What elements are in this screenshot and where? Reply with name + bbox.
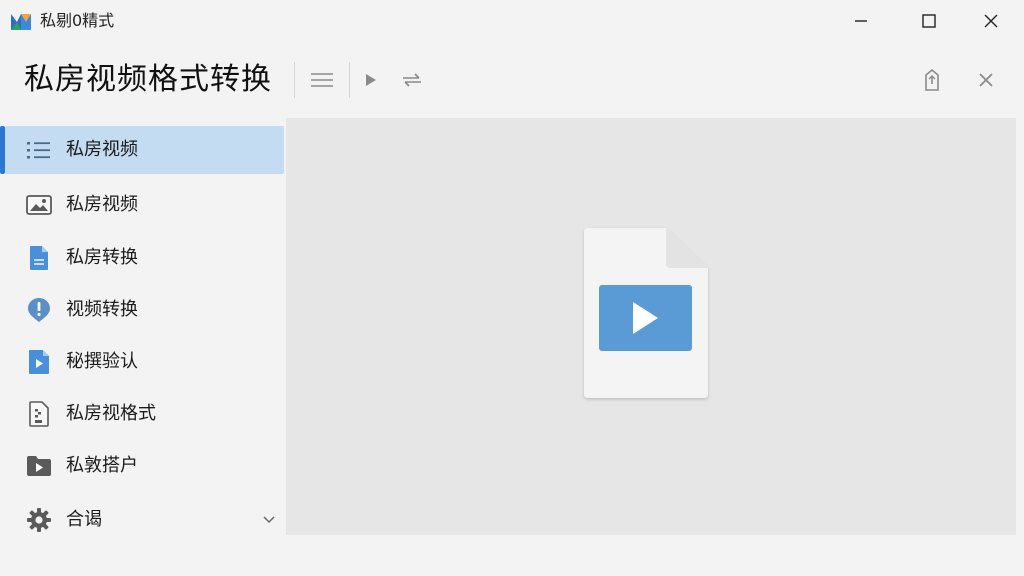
export-button[interactable] xyxy=(914,62,950,98)
video-folder-icon xyxy=(25,452,53,480)
close-panel-button[interactable] xyxy=(968,62,1004,98)
chevron-down-icon[interactable] xyxy=(261,512,277,528)
list-view-button[interactable] xyxy=(304,62,340,98)
video-file-icon xyxy=(25,348,53,376)
list-icon xyxy=(311,73,333,87)
window-title: 私剔0精式 xyxy=(40,11,115,30)
video-file-icon xyxy=(584,228,708,398)
archive-file-icon xyxy=(25,400,53,428)
window-close-button[interactable] xyxy=(968,0,1014,42)
sidebar-item-label: 秘撰验认 xyxy=(66,351,138,372)
sidebar-item-label: 私敦搭户 xyxy=(66,455,138,476)
minimize-button[interactable] xyxy=(838,0,884,42)
sidebar-item-account[interactable]: 私敦搭户 xyxy=(5,442,284,490)
content-area xyxy=(286,118,1016,535)
title-bar: 私剔0精式 xyxy=(0,0,1024,42)
sidebar-item-label: 合谒 xyxy=(66,509,102,530)
alert-icon xyxy=(25,296,53,324)
convert-arrows-icon xyxy=(403,73,421,87)
sidebar-item-label: 视频转换 xyxy=(66,299,138,320)
sidebar-item-settings[interactable]: 合谒 xyxy=(5,496,284,544)
sidebar: 私房视频 私房视频 私房转换 视频转换 秘撰验认 私房视格式 私敦搭户 合谒 xyxy=(0,126,285,546)
play-button[interactable] xyxy=(353,62,389,98)
toolbar-divider xyxy=(349,62,350,98)
sidebar-item-private-format[interactable]: 私房视格式 xyxy=(5,390,284,438)
maximize-button[interactable] xyxy=(906,0,952,42)
sidebar-item-private-video-2[interactable]: 私房视频 xyxy=(5,181,284,229)
sidebar-item-label: 私房视格式 xyxy=(66,403,156,424)
close-icon xyxy=(984,14,998,28)
sidebar-item-video-convert[interactable]: 视频转换 xyxy=(5,286,284,334)
sidebar-item-private-video[interactable]: 私房视频 xyxy=(0,126,284,174)
sidebar-item-private-convert[interactable]: 私房转换 xyxy=(5,234,284,282)
app-logo-icon xyxy=(11,14,31,30)
gear-icon xyxy=(25,506,53,534)
toolbar-divider xyxy=(294,62,295,98)
sidebar-item-verification[interactable]: 秘撰验认 xyxy=(5,338,284,386)
minimize-icon xyxy=(855,20,867,22)
image-icon xyxy=(25,191,53,219)
export-icon xyxy=(925,68,939,91)
page-title: 私房视频格式转换 xyxy=(24,62,272,97)
convert-button[interactable] xyxy=(394,62,430,98)
list-icon xyxy=(25,136,53,164)
play-icon xyxy=(366,74,376,86)
app-header: 私房视频格式转换 xyxy=(0,42,1024,118)
close-icon xyxy=(979,73,993,87)
active-indicator xyxy=(0,126,5,174)
sidebar-item-label: 私房视频 xyxy=(66,139,138,160)
sidebar-item-label: 私房转换 xyxy=(66,247,138,268)
sidebar-item-label: 私房视频 xyxy=(66,194,138,215)
maximize-icon xyxy=(922,14,936,28)
document-icon xyxy=(25,244,53,272)
